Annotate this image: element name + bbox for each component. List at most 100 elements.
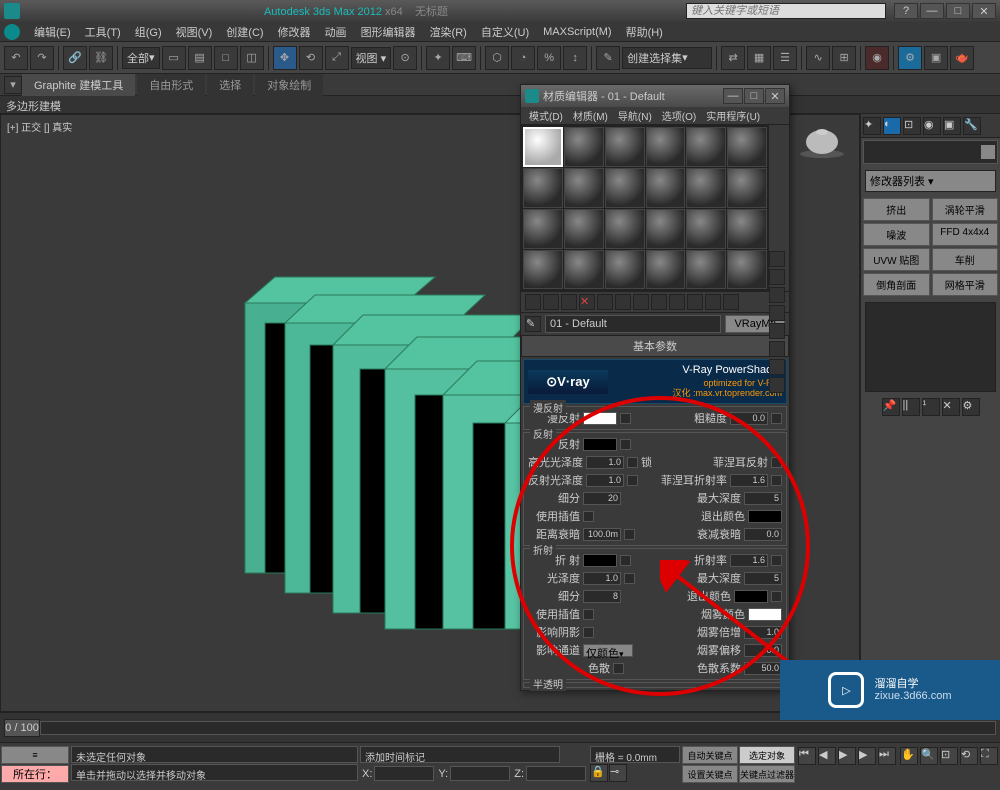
mat-menu-options[interactable]: 选项(O) (658, 107, 700, 124)
maxscript-mini[interactable]: ≡ (1, 746, 69, 764)
layers-icon[interactable]: ☰ (773, 46, 797, 70)
get-material-icon[interactable] (525, 294, 541, 310)
material-slot[interactable] (727, 209, 767, 249)
manipulate-icon[interactable]: ✦ (426, 46, 450, 70)
affect-channel-dropdown[interactable]: 仅颜色▾ (583, 644, 633, 657)
x-coord-input[interactable] (374, 766, 434, 781)
undo-icon[interactable]: ↶ (4, 46, 28, 70)
copy-mat-icon[interactable] (597, 294, 613, 310)
link-icon[interactable]: 🔗 (63, 46, 87, 70)
zoom-extents-icon[interactable]: ⊡ (940, 747, 958, 765)
mat-id-icon[interactable] (651, 294, 667, 310)
menu-help[interactable]: 帮助(H) (620, 22, 669, 42)
refl-gloss-spinner[interactable]: 1.0 (586, 474, 624, 487)
refl-maxdepth-spinner[interactable]: 5 (744, 492, 782, 505)
go-parent-icon[interactable] (705, 294, 721, 310)
refract-exit-swatch[interactable] (734, 590, 768, 603)
rotate-icon[interactable]: ⟲ (299, 46, 323, 70)
mat-close-button[interactable]: ✕ (765, 88, 785, 104)
percent-snap-icon[interactable]: % (537, 46, 561, 70)
reflect-color-swatch[interactable] (583, 438, 617, 451)
pan-view-icon[interactable]: ✋ (900, 747, 918, 765)
selected-obj-button[interactable]: 选定对象 (739, 746, 795, 764)
mirror-icon[interactable]: ⇄ (721, 46, 745, 70)
mat-menu-mode[interactable]: 模式(D) (525, 107, 567, 124)
reset-mat-icon[interactable]: ✕ (579, 294, 595, 310)
options-icon[interactable] (769, 359, 785, 375)
pin-stack-icon[interactable]: 📌 (882, 398, 900, 416)
make-unique-icon[interactable] (615, 294, 631, 310)
hierarchy-tab-icon[interactable]: ⊡ (903, 117, 921, 135)
add-time-tag[interactable]: 添加时间标记 (360, 746, 560, 763)
help-search-input[interactable] (686, 3, 886, 19)
material-slot[interactable] (605, 127, 645, 167)
angle-snap-icon[interactable]: ◔ (511, 46, 535, 70)
menu-create[interactable]: 创建(C) (220, 22, 269, 42)
window-crossing-icon[interactable]: ◫ (240, 46, 264, 70)
keyboard-shortcut-icon[interactable]: ⌨ (452, 46, 476, 70)
utilities-tab-icon[interactable]: 🔧 (963, 117, 981, 135)
prev-frame-icon[interactable]: ◀ (818, 747, 836, 765)
snap-icon[interactable]: ⬡ (485, 46, 509, 70)
video-check-icon[interactable] (769, 323, 785, 339)
fog-mult-spinner[interactable]: 1.0 (744, 626, 782, 639)
menu-edit[interactable]: 编辑(E) (28, 22, 77, 42)
remove-mod-icon[interactable]: ✕ (942, 398, 960, 416)
material-slot[interactable] (605, 250, 645, 290)
named-selection-set[interactable]: 创建选择集 ▾ (622, 47, 712, 69)
refl-dim-toggle[interactable] (624, 529, 635, 540)
refl-dim-falloff-spinner[interactable]: 0.0 (744, 528, 782, 541)
show-end-result-icon[interactable] (687, 294, 703, 310)
roughness-spinner[interactable]: 0.0 (730, 412, 768, 425)
refl-subdiv-spinner[interactable]: 20 (583, 492, 621, 505)
affect-shadow-toggle[interactable] (583, 627, 594, 638)
material-slot[interactable] (727, 168, 767, 208)
diffuse-color-swatch[interactable] (583, 412, 617, 425)
material-slot[interactable] (646, 168, 686, 208)
refract-exit-toggle[interactable] (771, 591, 782, 602)
hilight-spinner[interactable]: 1.0 (586, 456, 624, 469)
menu-modifiers[interactable]: 修改器 (272, 22, 317, 42)
refract-subdiv-spinner[interactable]: 8 (583, 590, 621, 603)
pivot-icon[interactable]: ⊙ (393, 46, 417, 70)
align-icon[interactable]: ▦ (747, 46, 771, 70)
refract-gloss-map[interactable] (624, 573, 635, 584)
refract-interp-toggle[interactable] (583, 609, 594, 620)
selection-filter[interactable]: 全部 ▾ (122, 47, 160, 69)
show-end-icon[interactable]: || (902, 398, 920, 416)
mod-uvw[interactable]: UVW 贴图 (863, 248, 930, 271)
key-mode-icon[interactable]: ⊸ (609, 764, 627, 782)
modify-tab-icon[interactable]: ◐ (883, 117, 901, 135)
orbit-icon[interactable]: ⟲ (960, 747, 978, 765)
edit-named-icon[interactable]: ✎ (596, 46, 620, 70)
mod-ffd[interactable]: FFD 4x4x4 (932, 223, 999, 246)
material-slot[interactable] (605, 168, 645, 208)
material-slot[interactable] (686, 127, 726, 167)
goto-end-icon[interactable]: ⏭ (878, 747, 896, 765)
render-frame-icon[interactable]: ▣ (924, 46, 948, 70)
material-slot[interactable] (564, 209, 604, 249)
fog-bias-spinner[interactable]: 0.0 (744, 644, 782, 657)
tab-graphite[interactable]: Graphite 建模工具 (22, 74, 135, 96)
motion-tab-icon[interactable]: ◉ (923, 117, 941, 135)
refl-dim-spinner[interactable]: 100.0m (583, 528, 621, 541)
refract-gloss-spinner[interactable]: 1.0 (583, 572, 621, 585)
sample-type-icon[interactable] (769, 251, 785, 267)
app-menu-icon[interactable] (4, 24, 20, 40)
ref-coord-dropdown[interactable]: 视图 ▾ (351, 47, 392, 69)
viewport-label[interactable]: [+] 正交 [] 真实 (7, 119, 72, 134)
material-slot[interactable] (605, 209, 645, 249)
minimize-button[interactable]: — (920, 3, 944, 19)
fresnel-ior-spinner[interactable]: 1.6 (730, 474, 768, 487)
refl-exit-swatch[interactable] (748, 510, 782, 523)
move-icon[interactable]: ✥ (273, 46, 297, 70)
material-slot[interactable] (646, 127, 686, 167)
lock-selection-icon[interactable]: 🔒 (590, 764, 608, 782)
ribbon-collapse-icon[interactable]: ▾ (4, 76, 22, 94)
modifier-stack[interactable] (865, 302, 996, 392)
render-icon[interactable]: 🫖 (950, 46, 974, 70)
put-to-lib-icon[interactable] (633, 294, 649, 310)
tab-selection[interactable]: 选择 (207, 74, 253, 96)
close-button[interactable]: ✕ (972, 3, 996, 19)
refract-ior-map[interactable] (771, 555, 782, 566)
